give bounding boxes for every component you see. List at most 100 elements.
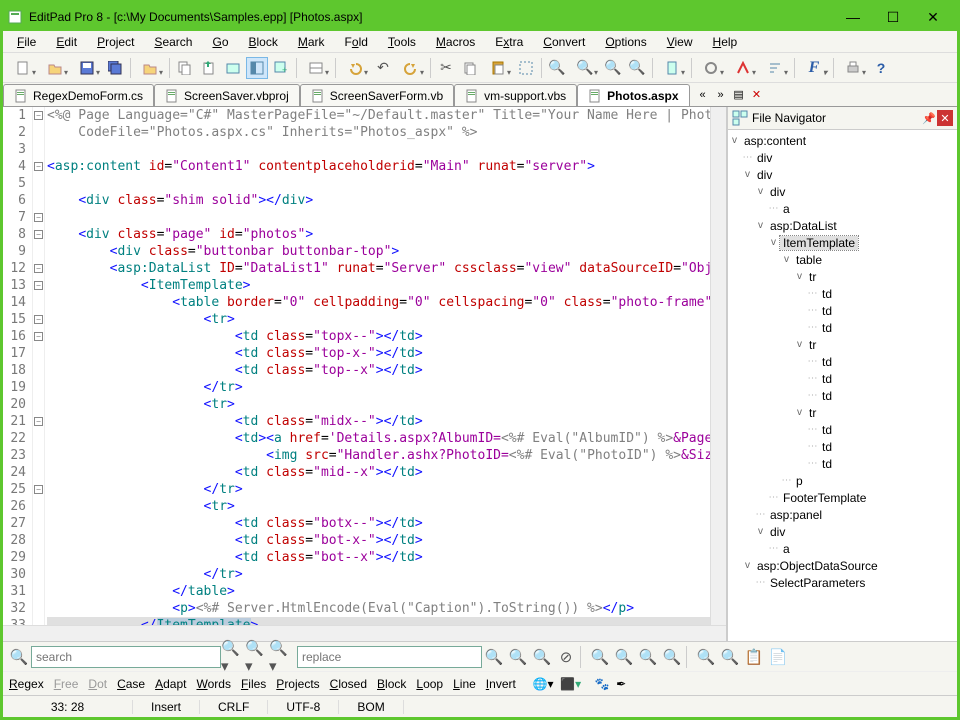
tab-vm-support.vbs[interactable]: vm-support.vbs (454, 84, 577, 107)
undo-step-button[interactable]: ↶ (372, 57, 394, 79)
bookmark-button[interactable] (657, 57, 687, 79)
opt-projects[interactable]: Projects (276, 677, 319, 691)
tree-node[interactable]: ⋯td (728, 387, 957, 404)
menu-tools[interactable]: Tools (380, 33, 424, 51)
redo-button[interactable] (396, 57, 426, 79)
tree-node[interactable]: ⋯td (728, 353, 957, 370)
explorer-button[interactable] (222, 57, 244, 79)
opt-icon[interactable]: 🌐▾ (533, 677, 554, 691)
tree-node[interactable]: vdiv (728, 166, 957, 183)
tab-next-button[interactable]: » (712, 86, 730, 104)
opt-regex[interactable]: Regex (9, 677, 44, 691)
move-button[interactable] (198, 57, 220, 79)
tree-node[interactable]: ⋯p (728, 472, 957, 489)
opt-icon2[interactable]: ⬛▾ (560, 677, 581, 691)
opt-paw[interactable]: 🐾 (594, 677, 609, 691)
opt-case[interactable]: Case (117, 677, 145, 691)
navigator-pin-button[interactable]: 📌 (921, 110, 937, 126)
opt-block[interactable]: Block (377, 677, 406, 691)
tree-node[interactable]: ⋯td (728, 370, 957, 387)
replace-button[interactable]: 🔍 (482, 645, 506, 669)
view-mode-button[interactable] (301, 57, 331, 79)
tree-node[interactable]: vItemTemplate (728, 234, 957, 251)
tree-node[interactable]: vtr (728, 268, 957, 285)
add-panel-button[interactable]: + (270, 57, 292, 79)
tab-ScreenSaverForm.vb[interactable]: ScreenSaverForm.vb (300, 84, 454, 107)
tree-node[interactable]: vtable (728, 251, 957, 268)
find-prev-button[interactable]: 🔍 (602, 57, 624, 79)
opt-dot[interactable]: Dot (88, 677, 107, 691)
replace-input[interactable] (297, 646, 482, 668)
find-all-button[interactable]: 🔍 (626, 57, 648, 79)
replace-proj-button[interactable]: 🔍 (530, 645, 554, 669)
horizontal-scrollbar[interactable] (3, 625, 726, 641)
tree-node[interactable]: ⋯td (728, 455, 957, 472)
search-prev-button[interactable]: 🔍▾ (245, 645, 269, 669)
menu-search[interactable]: Search (146, 33, 200, 51)
tree-node[interactable]: ⋯asp:panel (728, 506, 957, 523)
opt-feather[interactable]: ✒ (616, 677, 626, 691)
paste-button[interactable] (483, 57, 513, 79)
menu-project[interactable]: Project (89, 33, 142, 51)
opt-free[interactable]: Free (54, 677, 79, 691)
regex-helper-button[interactable]: 📋 (742, 645, 766, 669)
select-all-button[interactable] (515, 57, 537, 79)
replace-all-button[interactable]: 🔍 (506, 645, 530, 669)
undo-button[interactable] (340, 57, 370, 79)
new-file-button[interactable] (8, 57, 38, 79)
zoom-in-button[interactable]: 🔍 (612, 645, 636, 669)
open-file-button[interactable] (40, 57, 70, 79)
maximize-button[interactable]: ☐ (873, 5, 913, 29)
opt-invert[interactable]: Invert (486, 677, 516, 691)
copy-button[interactable] (174, 57, 196, 79)
tree-node[interactable]: ⋯td (728, 285, 957, 302)
minimize-button[interactable]: — (833, 5, 873, 29)
tree-node[interactable]: ⋯div (728, 149, 957, 166)
tree-node[interactable]: ⋯a (728, 540, 957, 557)
tree-node[interactable]: vasp:content (728, 132, 957, 149)
opt-line[interactable]: Line (453, 677, 476, 691)
menu-macros[interactable]: Macros (428, 33, 483, 51)
tree-node[interactable]: ⋯td (728, 438, 957, 455)
save-all-button[interactable] (104, 57, 126, 79)
copy-clip-button[interactable] (459, 57, 481, 79)
code-area[interactable]: <%@ Page Language="C#" MasterPageFile="~… (45, 107, 710, 625)
menu-view[interactable]: View (659, 33, 701, 51)
search-icon[interactable]: 🔍 (7, 645, 31, 669)
tree-node[interactable]: vasp:DataList (728, 217, 957, 234)
tab-ScreenSaver.vbproj[interactable]: ScreenSaver.vbproj (154, 84, 300, 107)
search-next-button[interactable]: 🔍▾ (221, 645, 245, 669)
tree-node[interactable]: vdiv (728, 523, 957, 540)
macro-button[interactable] (728, 57, 758, 79)
opt-loop[interactable]: Loop (416, 677, 443, 691)
panel-toggle-button[interactable] (246, 57, 268, 79)
tree-node[interactable]: vasp:ObjectDataSource (728, 557, 957, 574)
menu-convert[interactable]: Convert (535, 33, 593, 51)
navigator-tree[interactable]: vasp:content⋯divvdivvdiv⋯avasp:DataListv… (728, 130, 957, 641)
sort-button[interactable] (760, 57, 790, 79)
copy-result-button[interactable]: 📄 (766, 645, 790, 669)
zoom-out-button[interactable]: 🔍 (636, 645, 660, 669)
print-button[interactable] (838, 57, 868, 79)
tree-node[interactable]: vdiv (728, 183, 957, 200)
zoom-fit-button[interactable]: 🔍 (588, 645, 612, 669)
menu-file[interactable]: File (9, 33, 44, 51)
find-next-button[interactable]: 🔍 (570, 57, 600, 79)
menu-extra[interactable]: Extra (487, 33, 531, 51)
opt-adapt[interactable]: Adapt (155, 677, 186, 691)
tree-node[interactable]: vtr (728, 404, 957, 421)
menu-help[interactable]: Help (705, 33, 746, 51)
hist-num-button[interactable]: 🔍 (718, 645, 742, 669)
opt-words[interactable]: Words (196, 677, 230, 691)
menu-options[interactable]: Options (597, 33, 654, 51)
close-button[interactable]: ✕ (913, 5, 953, 29)
tab-Photos.aspx[interactable]: Photos.aspx (577, 84, 689, 107)
menu-go[interactable]: Go (204, 33, 236, 51)
search-input[interactable] (31, 646, 221, 668)
tree-node[interactable]: vtr (728, 336, 957, 353)
tree-node[interactable]: ⋯SelectParameters (728, 574, 957, 591)
opt-closed[interactable]: Closed (330, 677, 367, 691)
tab-close-button[interactable]: ✕ (748, 86, 766, 104)
zoom-sel-button[interactable]: 🔍 (660, 645, 684, 669)
tab-prev-button[interactable]: « (694, 86, 712, 104)
